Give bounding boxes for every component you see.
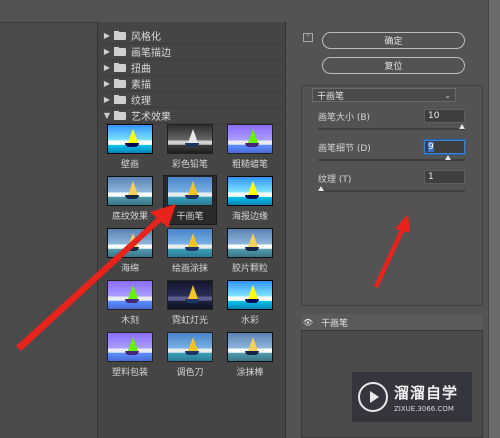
expand-triangle-icon: ▶ bbox=[103, 79, 111, 88]
thumbnail-image bbox=[167, 280, 213, 310]
brush-size-slider[interactable] bbox=[318, 124, 465, 130]
thumbnail-image bbox=[227, 332, 273, 362]
category-texture[interactable]: ▶ 纹理 bbox=[98, 92, 287, 108]
folder-icon bbox=[114, 31, 126, 40]
folder-icon bbox=[114, 47, 126, 56]
thumb-paint-daubs[interactable]: 绘画涂抹 bbox=[164, 228, 216, 276]
thumb-dry-brush[interactable]: 干画笔 bbox=[163, 175, 217, 225]
eye-icon[interactable]: 👁 bbox=[301, 318, 315, 327]
texture-input[interactable]: 1 bbox=[424, 170, 465, 184]
watermark: 溜溜自学 ZIXUE.3066.COM bbox=[352, 372, 472, 422]
expand-triangle-icon: ▶ bbox=[103, 95, 111, 104]
thumb-palette-knife[interactable]: 调色刀 bbox=[164, 332, 216, 380]
thumb-sponge[interactable]: 海绵 bbox=[104, 228, 156, 276]
thumbnail-image bbox=[107, 332, 153, 362]
slider-knob[interactable] bbox=[459, 124, 465, 129]
ok-button[interactable]: 确定 bbox=[322, 32, 465, 49]
chevron-down-icon: ⌄ bbox=[444, 90, 451, 100]
thumbnail-image bbox=[167, 228, 213, 258]
folder-icon bbox=[114, 95, 126, 104]
thumb-rough-pastels[interactable]: 粗糙蜡笔 bbox=[224, 124, 276, 172]
brush-size-label: 画笔大小 (B) bbox=[318, 113, 371, 123]
expand-triangle-icon: ▶ bbox=[103, 31, 111, 40]
expand-triangle-icon: ▶ bbox=[103, 63, 111, 72]
filter-select-value: 干画笔 bbox=[317, 91, 345, 102]
filter-gallery: ▶ 风格化 ▶ 画笔描边 ▶ 扭曲 ▶ 素描 ▶ 纹理 ▼ 艺术效果 壁画 彩色… bbox=[97, 22, 287, 438]
texture-slider[interactable] bbox=[318, 186, 465, 192]
thumb-poster-edges[interactable]: 海报边缘 bbox=[224, 176, 276, 224]
watermark-title: 溜溜自学 bbox=[394, 383, 459, 402]
watermark-url: ZIXUE.3066.COM bbox=[394, 404, 454, 413]
thumbnail-image bbox=[107, 176, 153, 206]
preview-pane[interactable] bbox=[0, 22, 97, 438]
category-artistic[interactable]: ▼ 艺术效果 bbox=[98, 108, 287, 124]
thumb-smudge-stick[interactable]: 涂抹棒 bbox=[224, 332, 276, 380]
category-distort[interactable]: ▶ 扭曲 bbox=[98, 60, 287, 76]
thumbnail-image bbox=[107, 280, 153, 310]
thumb-underpainting[interactable]: 底纹效果 bbox=[104, 176, 156, 224]
thumbnail-image bbox=[107, 124, 153, 154]
thumbnail-image bbox=[227, 228, 273, 258]
thumb-watercolor[interactable]: 水彩 bbox=[224, 280, 276, 328]
effect-layer-row[interactable]: 👁 干画笔 bbox=[301, 314, 483, 331]
category-sketch[interactable]: ▶ 素描 bbox=[98, 76, 287, 92]
collapse-triangle-icon: ▼ bbox=[103, 111, 111, 120]
folder-icon bbox=[114, 63, 126, 72]
category-stylize[interactable]: ▶ 风格化 bbox=[98, 28, 287, 44]
expand-triangle-icon: ▶ bbox=[103, 47, 111, 56]
collapse-gallery-icon[interactable]: ⌃ bbox=[303, 33, 313, 42]
thumb-colored-pencil[interactable]: 彩色铅笔 bbox=[164, 124, 216, 172]
preview-header bbox=[0, 0, 97, 22]
thumbnail-image bbox=[167, 124, 213, 154]
window-edge bbox=[488, 0, 500, 438]
thumbnail-image bbox=[167, 176, 213, 206]
play-logo-icon bbox=[358, 382, 388, 412]
gallery-header bbox=[97, 0, 286, 22]
thumb-fresco[interactable]: 壁画 bbox=[104, 124, 156, 172]
brush-detail-input[interactable]: 9 bbox=[424, 140, 465, 154]
folder-open-icon bbox=[114, 111, 126, 120]
thumbnail-image bbox=[107, 228, 153, 258]
thumb-film-grain[interactable]: 胶片颗粒 bbox=[224, 228, 276, 276]
thumb-cutout[interactable]: 木刻 bbox=[104, 280, 156, 328]
slider-knob[interactable] bbox=[318, 186, 324, 191]
thumbnail-image bbox=[227, 176, 273, 206]
slider-knob[interactable] bbox=[445, 155, 451, 160]
thumbnail-image bbox=[227, 280, 273, 310]
texture-label: 纹理 (T) bbox=[318, 175, 352, 185]
brush-detail-label: 画笔细节 (D) bbox=[318, 144, 371, 154]
brush-detail-value: 9 bbox=[428, 142, 434, 152]
thumbnail-image bbox=[227, 124, 273, 154]
folder-icon bbox=[114, 79, 126, 88]
category-brush-strokes[interactable]: ▶ 画笔描边 bbox=[98, 44, 287, 60]
filter-select[interactable]: 干画笔 ⌄ bbox=[312, 88, 456, 102]
thumb-plastic-wrap[interactable]: 塑料包装 bbox=[104, 332, 156, 380]
thumb-neon-glow[interactable]: 霓虹灯光 bbox=[164, 280, 216, 328]
brush-size-input[interactable]: 10 bbox=[424, 109, 465, 123]
brush-detail-slider[interactable] bbox=[318, 155, 465, 161]
effect-layer-name: 干画笔 bbox=[321, 318, 349, 329]
reset-button[interactable]: 复位 bbox=[322, 57, 465, 74]
thumbnail-image bbox=[167, 332, 213, 362]
